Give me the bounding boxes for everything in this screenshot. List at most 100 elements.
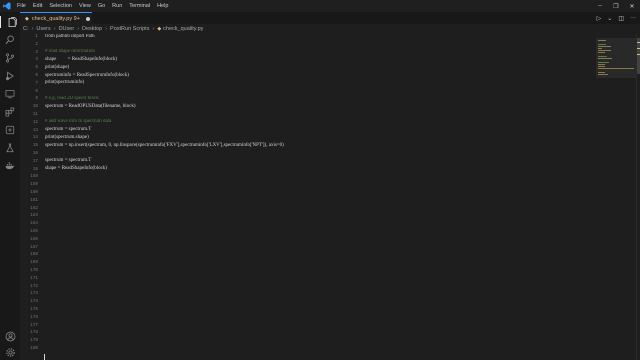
vscode-logo-icon bbox=[3, 2, 11, 10]
restore-icon[interactable]: ❐ bbox=[608, 3, 624, 10]
minimap-line bbox=[598, 46, 611, 47]
line-number: 176 bbox=[30, 314, 38, 320]
tab-label: check_quality.py 9+ bbox=[31, 15, 80, 22]
chevron-right-icon: › bbox=[77, 26, 79, 32]
code-comment[interactable]: # add wave info to spectrum data bbox=[45, 119, 111, 124]
docker-icon[interactable] bbox=[4, 160, 16, 172]
minimap-line bbox=[598, 50, 612, 51]
explorer-icon[interactable] bbox=[0, 16, 20, 28]
line-number: 18 bbox=[32, 166, 38, 172]
ports-icon[interactable] bbox=[4, 124, 16, 136]
minimap-line bbox=[598, 44, 607, 45]
chevron-right-icon: › bbox=[105, 26, 108, 32]
python-file-icon: ◆ bbox=[25, 15, 29, 22]
breadcrumb-item[interactable]: Users bbox=[36, 26, 50, 32]
line-number: 15 bbox=[32, 143, 38, 149]
close-icon[interactable]: ✕ bbox=[624, 3, 640, 10]
line-number-gutter: 1 2 3 4 5 6 7 8 9 10 11 12 13 14 15 16 17 18 158 159 160 161 1… bbox=[20, 34, 42, 360]
line-number: 3 bbox=[35, 49, 38, 55]
code-line[interactable]: shape = ReadShapeInfo(block) bbox=[45, 57, 117, 62]
line-number: 165 bbox=[30, 229, 38, 234]
menu-run[interactable]: Run bbox=[112, 3, 122, 9]
line-number: 180 bbox=[30, 346, 38, 351]
line-number: 13 bbox=[32, 127, 38, 133]
menu-help[interactable]: Help bbox=[157, 3, 168, 9]
run-options-chevron-icon[interactable]: ⌄ bbox=[607, 15, 612, 22]
vertical-scrollbar[interactable] bbox=[636, 34, 640, 360]
minimap-line bbox=[598, 48, 603, 49]
breadcrumb-item[interactable]: DUser bbox=[59, 26, 75, 32]
code-line[interactable]: spectrum = np.insert(spectrum, 0, np.lin… bbox=[45, 143, 284, 148]
minimap-line bbox=[598, 72, 606, 73]
code-line[interactable]: spectrum = spectrum.T bbox=[45, 127, 91, 132]
accounts-icon[interactable] bbox=[4, 330, 16, 342]
menu-file[interactable]: File bbox=[17, 3, 26, 9]
testing-icon[interactable] bbox=[4, 142, 16, 154]
code-line[interactable]: print(spectruminfo) bbox=[45, 80, 84, 85]
code-line[interactable]: print(shape) bbox=[45, 65, 69, 70]
line-number: 178 bbox=[30, 330, 38, 336]
code-line[interactable]: spectruminfo = ReadSpectrumInfo(block) bbox=[45, 73, 129, 78]
line-number: 161 bbox=[30, 197, 38, 203]
tab-check-quality[interactable]: ◆ check_quality.py 9+ bbox=[20, 12, 92, 24]
menu-selection[interactable]: Selection bbox=[49, 3, 72, 9]
code-line[interactable]: from pathlib import Path bbox=[45, 34, 95, 39]
line-number: 168 bbox=[30, 252, 38, 258]
line-number: 167 bbox=[30, 244, 38, 250]
line-number: 158 bbox=[30, 174, 38, 180]
run-debug-icon[interactable] bbox=[4, 70, 16, 82]
line-number: 4 bbox=[35, 57, 38, 63]
line-number: 171 bbox=[30, 275, 38, 281]
line-number: 166 bbox=[30, 236, 38, 242]
code-line[interactable]: print(spectrum.shape) bbox=[45, 135, 89, 140]
menu-view[interactable]: View bbox=[79, 3, 91, 9]
split-editor-icon[interactable]: ◫ bbox=[618, 15, 624, 22]
line-number: 174 bbox=[30, 299, 38, 305]
python-file-icon: ◆ bbox=[157, 26, 162, 32]
code-editor[interactable]: 1 2 3 4 5 6 7 8 9 10 11 12 13 14 15 16 17 18 158 159 160 161 1… bbox=[20, 34, 596, 360]
minimap-line bbox=[598, 66, 606, 67]
code-comment[interactable]: # e.g. read 2D spectr block bbox=[45, 96, 99, 101]
line-number: 6 bbox=[35, 73, 38, 78]
source-control-icon[interactable] bbox=[4, 52, 16, 64]
code-line[interactable]: spectrum = ReadOPUSData(filename, block) bbox=[45, 104, 136, 109]
line-number: 163 bbox=[30, 213, 38, 219]
minimap-line bbox=[598, 74, 608, 75]
line-number: 9 bbox=[35, 96, 38, 102]
minimap-line bbox=[598, 62, 610, 63]
remote-explorer-icon[interactable] bbox=[4, 88, 16, 100]
minimize-icon[interactable]: – bbox=[592, 3, 608, 9]
code-line[interactable]: shape = ReadShapeInfo(block) bbox=[45, 166, 107, 171]
breadcrumb-item[interactable]: Desktop bbox=[82, 26, 102, 32]
line-number: 170 bbox=[30, 268, 38, 273]
line-number: 5 bbox=[35, 65, 38, 71]
line-number: 14 bbox=[32, 135, 38, 141]
unsaved-dot-icon[interactable] bbox=[85, 16, 90, 21]
line-number: 173 bbox=[30, 291, 38, 297]
line-number: 10 bbox=[32, 104, 38, 110]
breadcrumb-item[interactable]: C: bbox=[23, 26, 29, 32]
menu-edit[interactable]: Edit bbox=[33, 3, 42, 9]
breadcrumb-item[interactable]: check_quality.py bbox=[163, 26, 203, 32]
breadcrumb-item[interactable]: PostRun Scripts bbox=[110, 26, 149, 32]
code-line[interactable]: spectrum = spectrum.T bbox=[45, 158, 91, 163]
extensions-icon[interactable] bbox=[4, 106, 16, 118]
chevron-right-icon: › bbox=[152, 26, 155, 32]
breadcrumb: C: › Users › DUser › Desktop › PostRun S… bbox=[20, 24, 596, 34]
line-number: 2 bbox=[35, 41, 38, 47]
menu-go[interactable]: Go bbox=[98, 3, 105, 9]
line-number: 159 bbox=[30, 182, 38, 188]
line-number: 172 bbox=[30, 283, 38, 289]
minimap[interactable] bbox=[596, 34, 636, 360]
more-actions-icon[interactable]: ··· bbox=[630, 15, 636, 21]
line-number: 11 bbox=[32, 112, 38, 117]
chevron-right-icon: › bbox=[53, 26, 56, 32]
settings-gear-icon[interactable] bbox=[4, 346, 16, 358]
text-cursor bbox=[44, 354, 45, 360]
run-python-file-icon[interactable]: ▷ bbox=[597, 15, 602, 22]
code-comment[interactable]: # read shape information bbox=[45, 49, 95, 54]
menu-terminal[interactable]: Terminal bbox=[129, 3, 150, 9]
search-icon[interactable] bbox=[4, 34, 16, 46]
line-number: 160 bbox=[30, 190, 38, 195]
minimap-line bbox=[598, 68, 634, 69]
